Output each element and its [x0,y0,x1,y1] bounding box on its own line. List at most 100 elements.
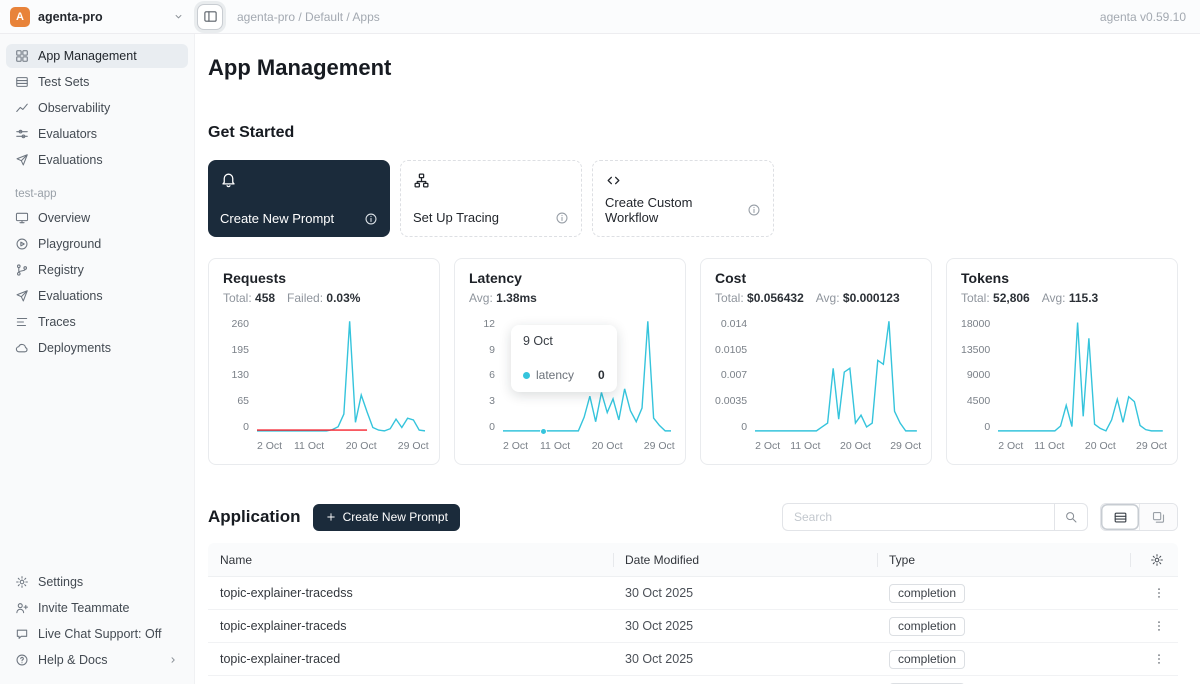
app-name-cell: topic-explainer-traced [208,652,613,666]
column-header-type[interactable]: Type [877,543,1130,576]
sidebar-item-overview[interactable]: Overview [6,206,188,230]
sidebar-item-deployments[interactable]: Deployments [6,336,188,360]
stat-meta-item: Avg: 1.38ms [469,291,537,305]
y-axis: 260195130650 [223,319,249,432]
app-name-cell: topic-explainer-traceds [208,619,613,633]
grid-icon [15,49,29,63]
sidebar-item-evaluations[interactable]: Evaluations [6,284,188,308]
get-started-card-create-custom-workflow[interactable]: Create Custom Workflow [592,160,774,237]
send-icon [15,289,29,303]
info-icon [555,211,569,225]
create-new-prompt-button[interactable]: Create New Prompt [313,504,460,531]
search-icon [1064,510,1078,524]
code-icon [605,172,622,189]
sidebar-toggle-button[interactable] [197,4,223,30]
sidebar-item-help-docs[interactable]: Help & Docs [6,648,188,672]
chevron-right-icon [167,654,179,666]
y-tick: 0.014 [721,319,747,330]
sidebar-nav-bottom: SettingsInvite TeammateLive Chat Support… [6,570,188,674]
row-menu-button[interactable] [1148,615,1170,637]
app-root: A agenta-pro agenta-pro / Default / Apps… [0,0,1200,684]
stat-card-cost: CostTotal: $0.056432Avg: $0.0001230.0140… [700,258,932,465]
sidebar-nav-top: App ManagementTest SetsObservability Eval… [6,44,188,174]
sidebar-item-live-chat-support-off[interactable]: Live Chat Support: Off [6,622,188,646]
user-plus-icon [15,601,29,615]
card-view-button[interactable] [1139,504,1177,530]
sidebar-item-settings[interactable]: Settings [6,570,188,594]
workspace-selector[interactable]: A agenta-pro [0,7,195,27]
create-new-prompt-label: Create New Prompt [343,510,448,524]
workspace-avatar: A [10,7,30,27]
x-tick: 29 Oct [398,440,429,452]
panel-icon [203,9,218,24]
topbar: A agenta-pro agenta-pro / Default / Apps… [0,0,1200,34]
sidebar-item-label: Overview [38,211,90,225]
sidebar-item-app-management[interactable]: App Management [6,44,188,68]
y-axis: 1800013500900045000 [961,319,990,432]
info-icon [364,212,378,226]
stat-meta: Total: $0.056432Avg: $0.000123 [715,291,917,305]
column-header-name[interactable]: Name [208,543,613,576]
table-row[interactable]: topic-explainer-traceds30 Oct 2025 comple… [208,610,1178,643]
sidebar-item-test-sets[interactable]: Test Sets [6,70,188,94]
stat-cards: RequestsTotal: 458Failed: 0.03%260195130… [208,258,1178,465]
column-header-date-modified[interactable]: Date Modified [613,543,877,576]
date-modified-cell: 30 Oct 2025 [613,619,877,633]
y-axis: 0.0140.01050.0070.00350 [715,319,747,432]
sidebar-item-invite-teammate[interactable]: Invite Teammate [6,596,188,620]
y-tick: 9 [489,345,495,356]
sidebar-item-evaluators[interactable]: Evaluators [6,122,188,146]
x-tick: 20 Oct [1085,440,1116,452]
table-view-button[interactable] [1101,504,1139,530]
x-tick: 29 Oct [890,440,921,452]
sidebar-item-label: Evaluators [38,127,97,141]
type-badge: completion [889,617,965,636]
get-started-cards: Create New Prompt Set Up Tracing Create Cu… [208,160,1178,237]
x-tick: 11 Oct [1034,440,1064,452]
y-tick: 3 [489,396,495,407]
dots-v-icon [1152,619,1166,633]
dots-v-icon [1152,652,1166,666]
x-tick: 29 Oct [644,440,675,452]
sidebar-item-registry[interactable]: Registry [6,258,188,282]
dots-v-icon [1152,586,1166,600]
sidebar-section-label: test-app [6,174,188,206]
table-row[interactable]: topic-explainer-tracedss30 Oct 2025compl… [208,577,1178,610]
application-heading: Application [208,507,301,527]
sidebar-item-playground[interactable]: Playground [6,232,188,256]
x-axis: 2 Oct11 Oct20 Oct29 Oct [503,438,671,454]
chart-plot[interactable]: 9 Octlatency0 [503,319,671,432]
y-tick: 195 [231,345,249,356]
send-icon [15,153,29,167]
x-axis: 2 Oct11 Oct20 Oct29 Oct [998,438,1163,454]
row-menu-button[interactable] [1148,582,1170,604]
stat-meta: Avg: 1.38ms [469,291,671,305]
chat-icon [15,627,29,641]
stat-meta-item: Avg: 115.3 [1042,291,1099,305]
table-row[interactable]: career-assessment27 Oct 2025completion [208,676,1178,684]
sidebar-item-traces[interactable]: Traces [6,310,188,334]
get-started-card-create-new-prompt[interactable]: Create New Prompt [208,160,390,237]
sidebar-nav-app: Overview PlaygroundRegistryEvaluationsTra… [6,206,188,362]
chart-plot[interactable] [755,319,917,432]
sidebar-item-label: Help & Docs [38,653,107,667]
row-menu-button[interactable] [1148,648,1170,670]
get-started-card-set-up-tracing[interactable]: Set Up Tracing [400,160,582,237]
stat-meta: Total: 52,806Avg: 115.3 [961,291,1163,305]
help-circle-icon [15,653,29,667]
search-input[interactable] [782,503,1054,531]
chart-plot[interactable] [998,319,1163,432]
chart-plot[interactable] [257,319,425,432]
applications-table: NameDate ModifiedType topic-explainer-tr… [208,543,1178,684]
table-row[interactable]: topic-explainer-traced30 Oct 2025complet… [208,643,1178,676]
sidebar-item-evaluations[interactable]: Evaluations [6,148,188,172]
breadcrumb[interactable]: agenta-pro / Default / Apps [237,10,380,24]
card-label: Create Custom Workflow [605,195,747,225]
type-cell: completion [877,650,1130,669]
sidebar-item-observability[interactable]: Observability [6,96,188,120]
x-tick: 11 Oct [294,440,324,452]
table-settings-button[interactable] [1130,543,1178,576]
y-tick: 6 [489,370,495,381]
search-button[interactable] [1054,503,1088,531]
card-label: Set Up Tracing [413,210,499,225]
